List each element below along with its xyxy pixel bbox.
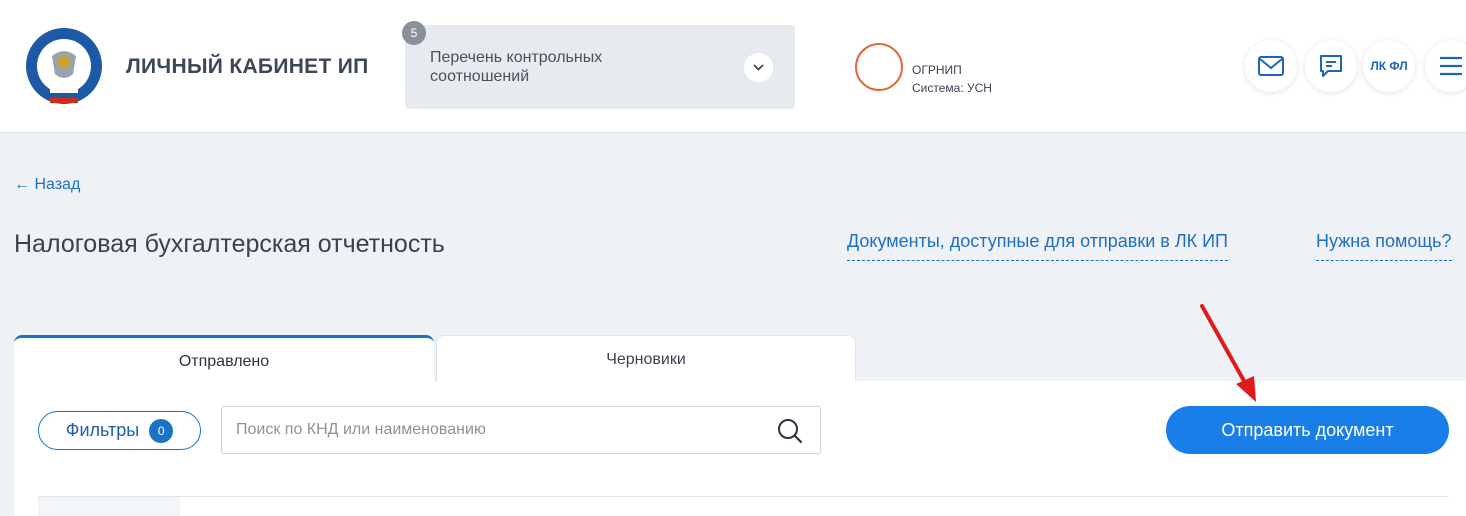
notification-expand-button[interactable]	[744, 53, 773, 82]
fns-emblem-icon[interactable]	[24, 26, 104, 108]
lk-fl-button[interactable]: ЛК ФЛ	[1363, 40, 1415, 92]
notification-count: 5	[402, 21, 426, 45]
notification-text: Перечень контрольных соотношений	[430, 49, 603, 85]
tab-sent[interactable]: Отправлено	[14, 335, 434, 381]
chevron-down-icon	[753, 64, 764, 71]
table-header-cell	[38, 497, 180, 516]
header: ЛИЧНЫЙ КАБИНЕТ ИП 5 Перечень контрольных…	[0, 0, 1466, 133]
user-tax-system: Система: УСН	[912, 81, 992, 95]
available-documents-link[interactable]: Документы, доступные для отправки в ЛК И…	[847, 231, 1228, 261]
help-link[interactable]: Нужна помощь?	[1316, 231, 1452, 261]
tab-drafts[interactable]: Черновики	[436, 335, 856, 381]
menu-button[interactable]	[1425, 40, 1466, 92]
search-icon[interactable]	[776, 417, 804, 445]
menu-icon	[1440, 56, 1462, 76]
chat-icon	[1320, 55, 1342, 77]
filters-label: Фильтры	[65, 420, 140, 440]
back-link[interactable]: ← Назад	[14, 176, 80, 194]
search-input[interactable]	[221, 406, 821, 454]
user-ogrnip: ОГРНИП	[912, 63, 962, 77]
filters-button[interactable]: Фильтры 0	[38, 411, 201, 450]
chat-button[interactable]	[1305, 40, 1357, 92]
filters-count-badge: 0	[149, 418, 174, 443]
user-avatar[interactable]	[855, 43, 903, 91]
page-title: Налоговая бухгалтерская отчетность	[14, 230, 445, 258]
brand-title: ЛИЧНЫЙ КАБИНЕТ ИП	[126, 55, 369, 78]
send-document-button[interactable]: Отправить документ	[1166, 406, 1449, 454]
mail-button[interactable]	[1245, 40, 1297, 92]
mail-icon	[1258, 56, 1284, 76]
red-arrow-annotation	[1200, 304, 1256, 402]
table-header	[38, 496, 1449, 516]
